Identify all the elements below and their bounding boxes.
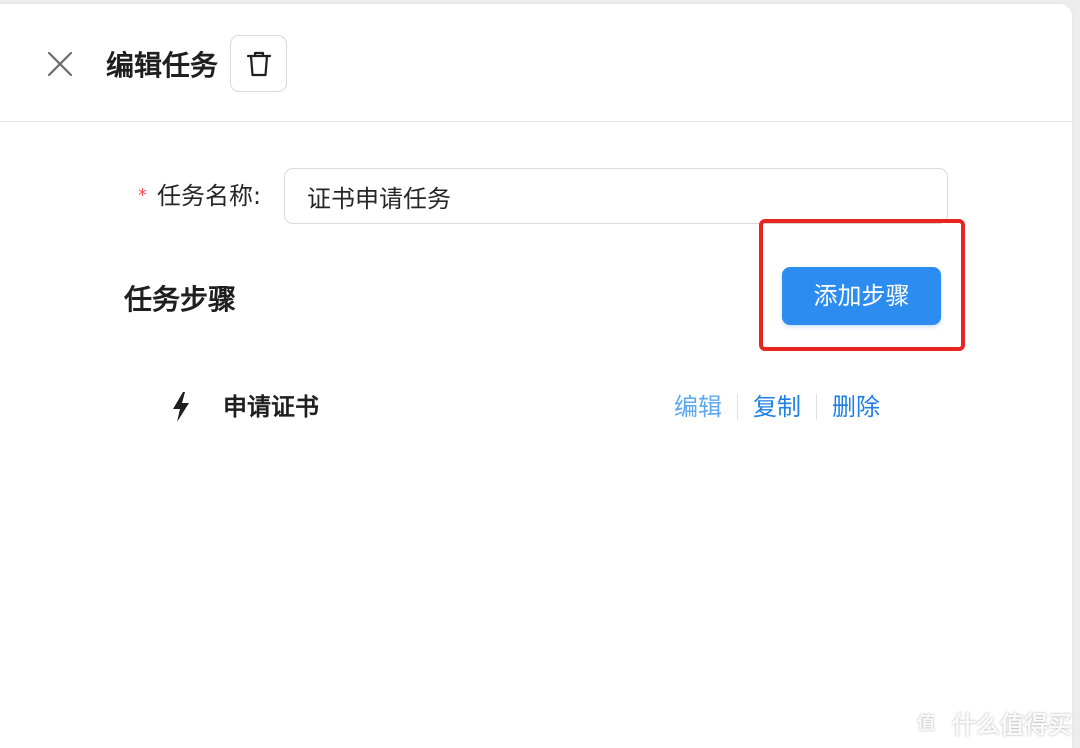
step-name: 申请证书 [223,393,319,421]
watermark-text: 什么值得买 [952,710,1072,739]
delete-step-link[interactable]: 删除 [832,390,880,424]
divider [816,394,817,420]
drawer-header: 编辑任务 [0,4,1072,122]
close-button[interactable] [42,46,78,82]
task-name-row: * 任务名称: [0,166,1072,224]
lightning-icon [173,392,189,422]
steps-section-title: 任务步骤 [124,283,237,316]
trash-icon [246,51,271,76]
edit-task-drawer: 编辑任务 * 任务名称: 任务步骤 添加步骤 申请证书 编辑 复制 删除 [0,4,1072,748]
step-actions: 编辑 复制 删除 [674,390,880,424]
page-title: 编辑任务 [106,49,219,82]
close-icon [47,51,73,77]
task-name-input[interactable] [284,168,948,224]
delete-task-button[interactable] [230,35,287,92]
list-item: 申请证书 编辑 复制 删除 [0,384,1072,430]
smzdm-logo-icon: 值 [909,705,943,739]
svg-text:值: 值 [917,712,935,734]
copy-step-link[interactable]: 复制 [753,390,801,424]
divider [737,394,738,420]
task-name-label: 任务名称: [157,182,262,210]
edit-step-link[interactable]: 编辑 [674,390,722,424]
add-step-button[interactable]: 添加步骤 [782,267,941,325]
required-mark: * [138,185,147,206]
watermark: 值 什么值得买 [908,702,1072,742]
